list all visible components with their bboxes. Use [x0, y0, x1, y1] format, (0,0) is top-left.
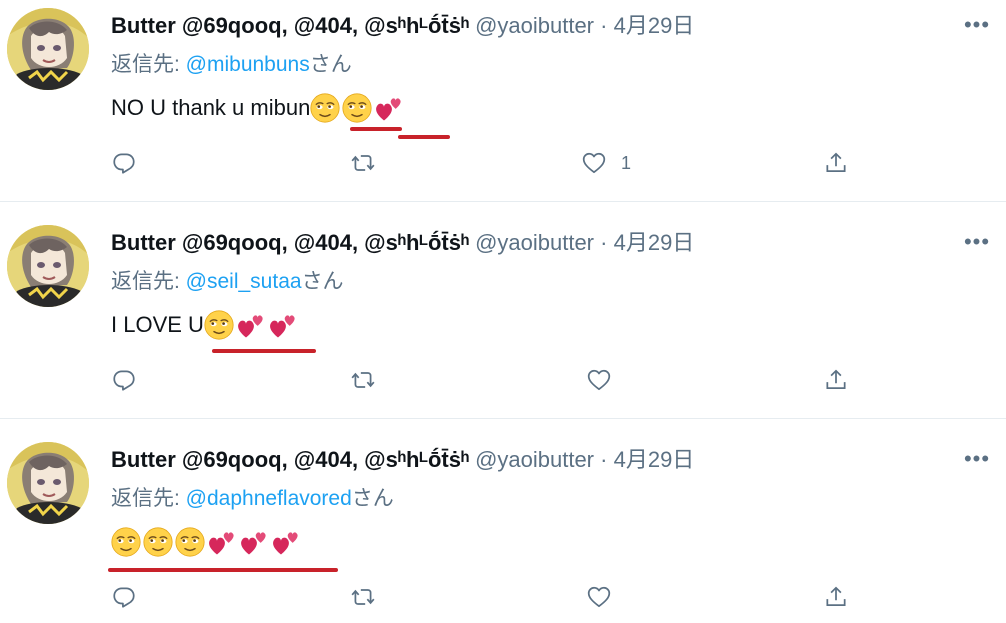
two-hearts-emoji-icon [239, 527, 269, 557]
tweet-actions [0, 582, 1006, 612]
tweet-actions [0, 365, 1006, 395]
share-icon [823, 584, 849, 610]
avatar[interactable] [7, 442, 89, 524]
reply-suffix: さん [309, 53, 352, 76]
like-button[interactable] [586, 365, 626, 395]
tweet-actions: 1 [0, 148, 1006, 178]
tweet-text-content: I LOVE U [111, 312, 204, 337]
more-options-button[interactable]: ••• [962, 14, 992, 38]
reply-mention-link[interactable]: @seil_sutaa [186, 270, 302, 293]
retweet-icon [350, 367, 376, 393]
author-name[interactable]: Butter @69qooq, @404, @sʰhᴸṓt̄ṡʰ [111, 230, 469, 255]
reply-prefix: 返信先: [111, 53, 186, 76]
reply-to-line: 返信先: @daphneflavoredさん [111, 485, 394, 513]
annotation-underline [398, 135, 450, 139]
avatar[interactable] [7, 225, 89, 307]
reply-icon [111, 150, 137, 176]
two-hearts-emoji-icon [207, 527, 237, 557]
reply-button[interactable] [111, 148, 137, 178]
heart-icon [581, 150, 607, 176]
more-options-button[interactable]: ••• [962, 448, 992, 472]
two-hearts-emoji-icon [271, 527, 301, 557]
share-button[interactable] [823, 148, 849, 178]
like-count: 1 [621, 152, 632, 173]
retweet-button[interactable] [350, 148, 376, 178]
two-hearts-emoji-icon [236, 310, 266, 340]
rolling-eyes-emoji-icon [175, 527, 205, 557]
divider [0, 201, 1006, 202]
reply-mention-link[interactable]: @daphneflavored [186, 487, 352, 510]
divider [0, 418, 1006, 419]
tweet-header: Butter @69qooq, @404, @sʰhᴸṓt̄ṡʰ @yaoibut… [111, 12, 694, 40]
separator: · [600, 230, 608, 255]
share-icon [823, 150, 849, 176]
separator: · [600, 13, 608, 38]
tweet-date[interactable]: 4月29日 [614, 230, 695, 255]
tweet-text: I LOVE U [111, 309, 300, 341]
tweet-text-content: NO U thank u mibun [111, 95, 311, 120]
reply-to-line: 返信先: @seil_sutaaさん [111, 268, 344, 296]
retweet-button[interactable] [350, 582, 376, 612]
reply-suffix: さん [351, 487, 394, 510]
share-button[interactable] [823, 582, 849, 612]
rolling-eyes-emoji-icon [342, 93, 372, 123]
author-handle[interactable]: @yaoibutter [475, 447, 594, 472]
like-button[interactable] [586, 582, 626, 612]
share-icon [823, 367, 849, 393]
two-hearts-emoji-icon [268, 310, 298, 340]
retweet-icon [350, 150, 376, 176]
reply-prefix: 返信先: [111, 487, 186, 510]
two-hearts-emoji-icon [374, 93, 404, 123]
heart-icon [586, 584, 612, 610]
share-button[interactable] [823, 365, 849, 395]
tweet-header: Butter @69qooq, @404, @sʰhᴸṓt̄ṡʰ @yaoibut… [111, 446, 694, 474]
reply-icon [111, 584, 137, 610]
author-name[interactable]: Butter @69qooq, @404, @sʰhᴸṓt̄ṡʰ [111, 13, 469, 38]
reply-button[interactable] [111, 582, 137, 612]
reply-to-line: 返信先: @mibunbunsさん [111, 51, 352, 79]
author-handle[interactable]: @yaoibutter [475, 230, 594, 255]
tweet-header: Butter @69qooq, @404, @sʰhᴸṓt̄ṡʰ @yaoibut… [111, 229, 694, 257]
rolling-eyes-emoji-icon [204, 310, 234, 340]
rolling-eyes-emoji-icon [143, 527, 173, 557]
author-handle[interactable]: @yaoibutter [475, 13, 594, 38]
more-options-button[interactable]: ••• [962, 231, 992, 255]
avatar[interactable] [7, 8, 89, 90]
heart-icon [586, 367, 612, 393]
retweet-button[interactable] [350, 365, 376, 395]
retweet-icon [350, 584, 376, 610]
author-name[interactable]: Butter @69qooq, @404, @sʰhᴸṓt̄ṡʰ [111, 447, 469, 472]
reply-mention-link[interactable]: @mibunbuns [186, 53, 310, 76]
tweet-date[interactable]: 4月29日 [614, 13, 695, 38]
reply-button[interactable] [111, 365, 137, 395]
tweet-text [111, 527, 303, 557]
tweet-text: NO U thank u mibun [111, 92, 406, 124]
annotation-underline [350, 127, 402, 131]
reply-suffix: さん [301, 270, 344, 293]
tweet-date[interactable]: 4月29日 [614, 447, 695, 472]
separator: · [600, 447, 608, 472]
reply-prefix: 返信先: [111, 270, 186, 293]
annotation-underline [108, 568, 338, 572]
rolling-eyes-emoji-icon [310, 93, 340, 123]
rolling-eyes-emoji-icon [111, 527, 141, 557]
like-button[interactable]: 1 [581, 148, 631, 178]
annotation-underline [212, 349, 316, 353]
reply-icon [111, 367, 137, 393]
